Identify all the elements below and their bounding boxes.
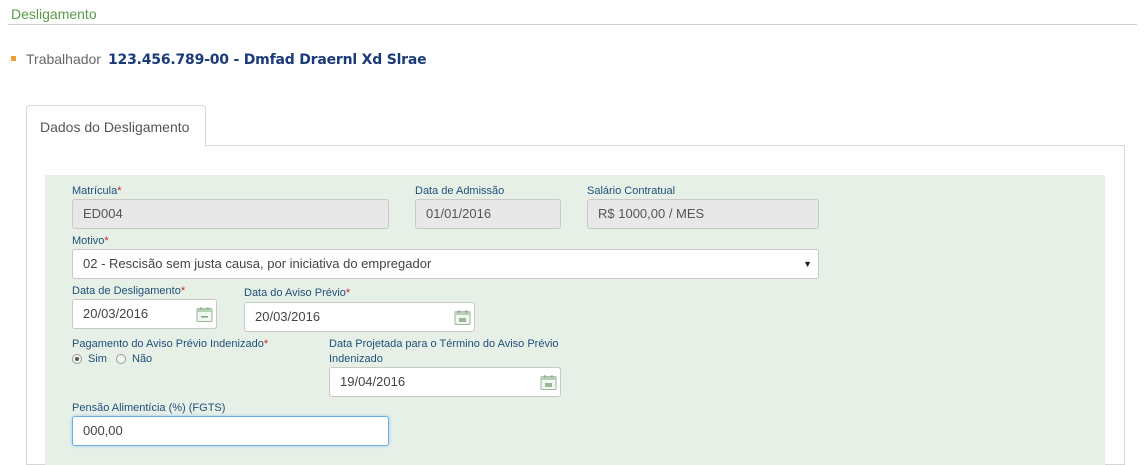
data-aviso-label: Data do Aviso Prévio* (244, 287, 351, 299)
data-aviso-value: 20/03/2016 (255, 309, 321, 324)
worker-label: Trabalhador (26, 51, 101, 67)
radio-nao-label[interactable]: Não (132, 353, 152, 365)
data-aviso-field[interactable]: 20/03/2016 (244, 302, 475, 332)
data-desligamento-field[interactable]: 20/03/2016 (72, 299, 217, 329)
pagamento-aviso-label: Pagamento do Aviso Prévio Indenizado* (72, 338, 269, 350)
data-projetada-value: 19/04/2016 (340, 374, 406, 389)
required-marker: * (104, 235, 109, 247)
calendar-icon[interactable] (454, 309, 471, 326)
motivo-selected-value: 02 - Rescisão sem justa causa, por inici… (83, 256, 432, 271)
data-desligamento-label: Data de Desligamento* (72, 285, 186, 297)
form-area: Matrícula* ED004 Data de Admissão 01/01/… (45, 175, 1105, 465)
tab-label: Dados do Desligamento (40, 119, 190, 135)
data-projetada-field[interactable]: 19/04/2016 (329, 367, 561, 397)
tab-dados-do-desligamento[interactable]: Dados do Desligamento (26, 105, 206, 146)
radio-nao[interactable] (116, 354, 126, 364)
matricula-label: Matrícula* (72, 185, 122, 197)
square-bullet-icon (11, 56, 16, 61)
required-marker: * (117, 185, 122, 197)
pensao-label: Pensão Alimentícia (%) (FGTS) (72, 402, 226, 414)
radio-sim-label[interactable]: Sim (88, 353, 107, 365)
data-projetada-label-line2: Indenizado (329, 353, 383, 365)
motivo-label: Motivo* (72, 235, 109, 247)
data-desligamento-value: 20/03/2016 (83, 306, 149, 321)
data-admissao-label: Data de Admissão (415, 185, 505, 197)
caret-down-icon: ▼ (803, 259, 812, 269)
worker-value: 123.456.789-00 - Dmfad Draernl Xd Slrae (108, 52, 427, 68)
radio-sim[interactable] (72, 354, 82, 364)
required-marker: * (345, 287, 351, 299)
required-marker: * (180, 285, 186, 297)
calendar-icon[interactable] (540, 374, 557, 391)
title-divider (8, 24, 1137, 25)
salario-field[interactable]: R$ 1000,00 / MES (587, 199, 819, 229)
pensao-field[interactable]: 000,00 (72, 416, 389, 446)
required-marker: * (263, 338, 269, 350)
motivo-select[interactable]: 02 - Rescisão sem justa causa, por inici… (72, 249, 819, 279)
data-projetada-label-line1: Data Projetada para o Término do Aviso P… (329, 338, 559, 350)
page-title: Desligamento (11, 6, 97, 22)
data-admissao-field[interactable]: 01/01/2016 (415, 199, 561, 229)
calendar-icon[interactable] (196, 306, 213, 323)
matricula-field[interactable]: ED004 (72, 199, 389, 229)
salario-label: Salário Contratual (587, 185, 676, 197)
